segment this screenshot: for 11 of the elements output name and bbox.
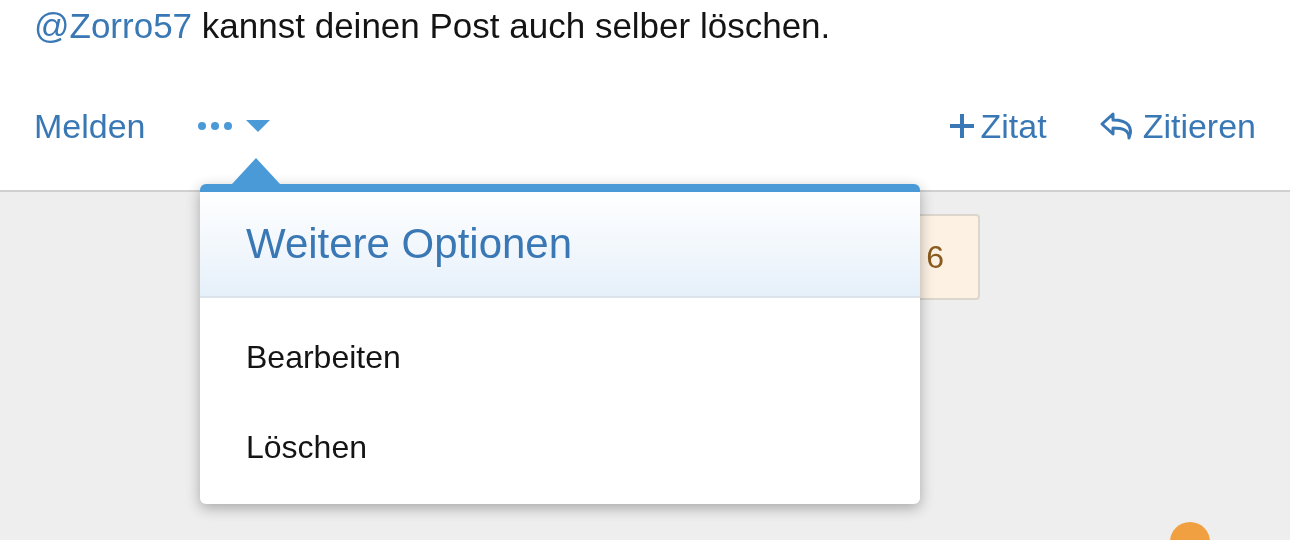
menu-item[interactable]: Bearbeiten (200, 312, 920, 402)
more-icon (197, 121, 232, 131)
report-link[interactable]: Melden (34, 106, 146, 146)
plus-icon (948, 113, 975, 139)
menu-item[interactable]: Löschen (200, 402, 920, 492)
caret-icon (245, 120, 270, 132)
multiquote-link[interactable]: Zitat (948, 106, 1047, 146)
post-text: @Zorro57 kannst deinen Post auch selber löschen. (34, 5, 832, 47)
reply-link[interactable]: Zitieren (1098, 106, 1256, 146)
menu-title: Weitere Optionen (200, 192, 920, 298)
mention-link[interactable]: @Zorro57 (34, 6, 193, 45)
